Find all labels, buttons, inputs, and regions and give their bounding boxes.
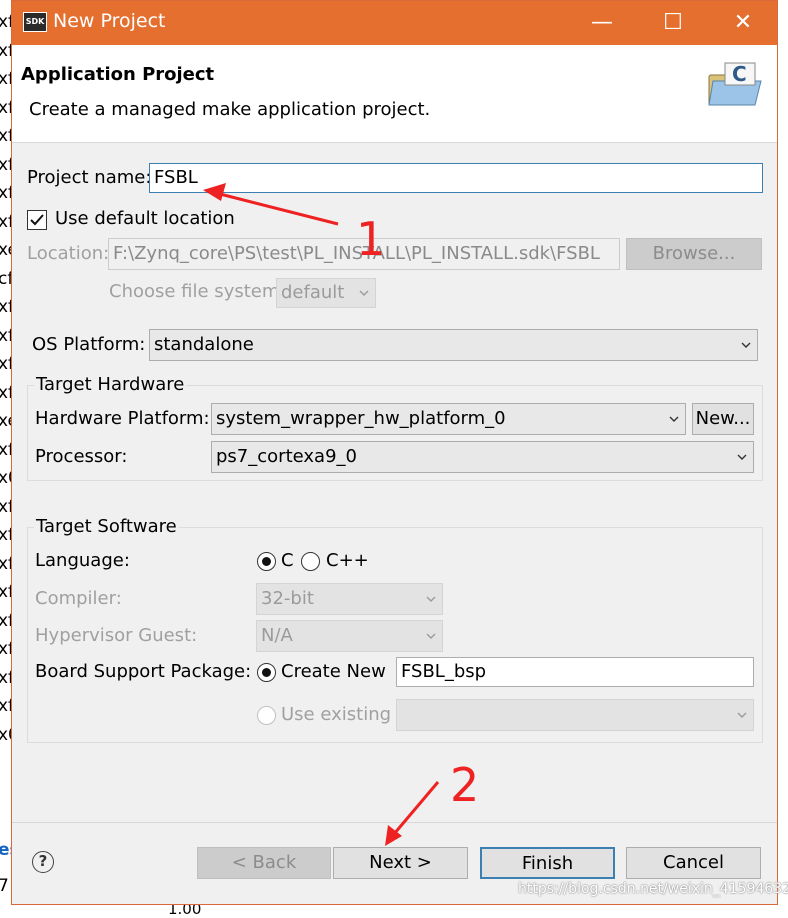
arrow-2-line [392, 781, 440, 835]
arrow-1-line [219, 192, 339, 226]
annotation-step-1: 1 [356, 212, 386, 266]
arrow-1-head [203, 183, 226, 201]
annotation-step-2: 2 [450, 758, 480, 812]
annotation-arrows [203, 183, 440, 846]
